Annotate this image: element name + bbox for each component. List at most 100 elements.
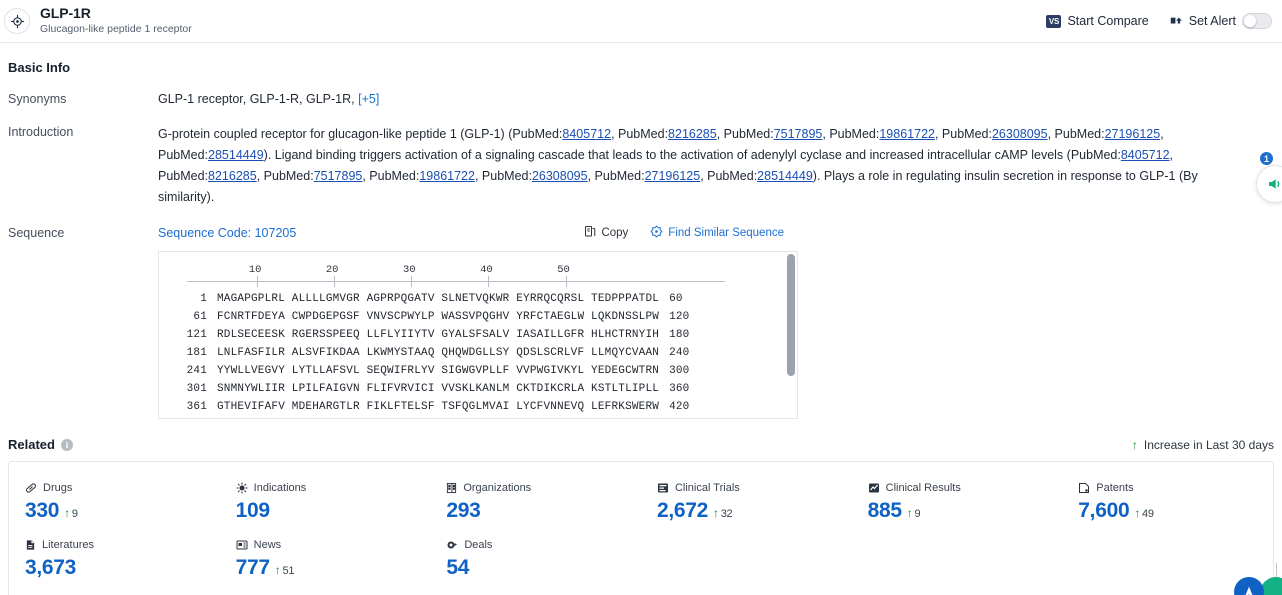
- ruler-tick-label: 20: [325, 264, 339, 276]
- stat-card-news[interactable]: News 777 ↑ 51: [220, 531, 431, 588]
- deal-icon: [446, 539, 458, 551]
- set-alert-control[interactable]: Set Alert: [1169, 13, 1272, 30]
- stat-delta: ↑ 9: [64, 506, 78, 520]
- intro-text-segment: ). Ligand binding triggers activation of…: [263, 148, 1121, 162]
- ruler-tick-mark: [257, 276, 259, 287]
- pubmed-link-8216285[interactable]: 8216285: [668, 127, 717, 141]
- stat-label: News: [253, 539, 282, 551]
- pubmed-link-28514449[interactable]: 28514449: [757, 169, 813, 183]
- sequence-start-index: 241: [186, 365, 207, 377]
- bell-alert-icon: [1169, 13, 1183, 30]
- stat-card-organizations[interactable]: Organizations 293: [430, 474, 641, 531]
- sequence-end-index: 240: [669, 347, 690, 359]
- sequence-tools: Copy Find Similar Sequence: [584, 225, 1274, 241]
- sequence-code-link[interactable]: Sequence Code: 107205: [158, 226, 296, 240]
- stat-value: 293: [446, 499, 481, 522]
- pubmed-link-27196125[interactable]: 27196125: [1105, 127, 1161, 141]
- pubmed-link-7517895[interactable]: 7517895: [774, 127, 823, 141]
- up-arrow-icon: ↑: [1131, 437, 1138, 452]
- introduction-row: Introduction G-protein coupled receptor …: [8, 124, 1274, 208]
- find-similar-sequence-button[interactable]: Find Similar Sequence: [650, 225, 784, 241]
- up-arrow-icon: ↑: [906, 506, 913, 520]
- patent-icon: [1078, 482, 1090, 494]
- sequence-end-index: 300: [669, 365, 690, 377]
- stat-card-clinical-trials[interactable]: Clinical Trials 2,672 ↑ 32: [641, 474, 852, 531]
- pubmed-link-19861722[interactable]: 19861722: [879, 127, 935, 141]
- stat-label: Literatures: [42, 539, 94, 551]
- pubmed-link-8405712[interactable]: 8405712: [1121, 148, 1170, 162]
- sequence-row: Sequence Sequence Code: 107205 Copy Find…: [8, 225, 1274, 419]
- stat-label-row: Clinical Results: [868, 482, 1063, 494]
- ruler-tick-label: 50: [557, 264, 570, 276]
- stat-label-row: Patents: [1078, 482, 1273, 494]
- stat-label: Clinical Trials: [674, 482, 740, 494]
- related-title: Related: [8, 437, 55, 452]
- page-title: GLP-1R: [40, 5, 91, 21]
- copy-button[interactable]: Copy: [584, 225, 628, 241]
- intro-text-segment: , PubMed:: [362, 169, 420, 183]
- start-compare-button[interactable]: VS Start Compare: [1046, 14, 1149, 28]
- ruler-tick-mark: [411, 276, 413, 287]
- ruler-tick-label: 40: [480, 264, 493, 276]
- pubmed-link-8216285[interactable]: 8216285: [208, 169, 257, 183]
- stat-card-drugs[interactable]: Drugs 330 ↑ 9: [9, 474, 220, 531]
- stat-value-row: 330 ↑ 9: [25, 499, 220, 523]
- navigation-icon: [1245, 586, 1253, 595]
- sequence-label: Sequence: [8, 226, 65, 240]
- stat-value-row: 293: [446, 499, 641, 523]
- virus-icon: [236, 482, 248, 494]
- related-stats-grid: Drugs 330 ↑ 9 Indications 109 Organizations 293…: [9, 474, 1273, 588]
- stat-card-literatures[interactable]: Literatures 3,673: [9, 531, 220, 588]
- intro-text-segment: , PubMed:: [822, 127, 880, 141]
- stat-card-deals[interactable]: Deals 54: [430, 531, 641, 588]
- sequence-scrollbar[interactable]: [787, 254, 795, 402]
- up-arrow-icon: ↑: [64, 506, 70, 520]
- stat-value: 2,672: [656, 499, 709, 522]
- copy-label: Copy: [601, 227, 629, 239]
- stat-card-indications[interactable]: Indications 109: [220, 474, 431, 531]
- introduction-text: G-protein coupled receptor for glucagon-…: [158, 124, 1233, 208]
- sequence-viewer[interactable]: 10 20 30 40 50 1 MAGAPGPLRL ALLLLGMVGR AGPRPQ…: [158, 251, 798, 419]
- introduction-label: Introduction: [8, 125, 74, 139]
- pubmed-link-26308095[interactable]: 26308095: [992, 127, 1048, 141]
- sequence-start-index: 181: [186, 347, 207, 359]
- side-notification-badge[interactable]: 1: [1260, 152, 1273, 165]
- find-similar-label: Find Similar Sequence: [668, 227, 784, 239]
- sequence-ruler: 10 20 30 40 50: [187, 264, 725, 290]
- intro-text-segment: , PubMed:: [934, 127, 992, 141]
- ruler-tick-mark: [334, 276, 336, 287]
- stat-delta: ↑ 51: [274, 563, 295, 577]
- sequence-start-index: 301: [186, 383, 207, 395]
- intro-text-segment: , PubMed:: [1047, 127, 1105, 141]
- sequence-scrollbar-thumb[interactable]: [787, 254, 795, 376]
- stat-label-row: News: [236, 539, 431, 551]
- sequence-content: 10 20 30 40 50 1 MAGAPGPLRL ALLLLGMVGR AGPRPQ…: [159, 252, 797, 416]
- stat-card-clinical-results[interactable]: Clinical Results 885 ↑ 9: [852, 474, 1063, 531]
- stat-value-row: 777 ↑ 51: [236, 556, 431, 580]
- info-icon[interactable]: i: [60, 438, 73, 451]
- stat-value: 7,600: [1078, 499, 1130, 522]
- stat-label: Indications: [253, 482, 307, 494]
- page-subtitle: Glucagon-like peptide 1 receptor: [40, 23, 192, 35]
- copy-icon: [584, 225, 596, 241]
- related-legend-label: Increase in Last 30 days: [1143, 437, 1274, 452]
- target-icon: [4, 8, 30, 34]
- pubmed-link-19861722[interactable]: 19861722: [419, 169, 475, 183]
- alert-toggle[interactable]: [1242, 13, 1272, 29]
- pubmed-link-26308095[interactable]: 26308095: [532, 169, 588, 183]
- stat-card-patents[interactable]: Patents 7,600 ↑ 49: [1062, 474, 1273, 531]
- stat-label: Drugs: [43, 482, 73, 494]
- stat-value: 330: [25, 499, 60, 522]
- header-titles: GLP-1R Glucagon-like peptide 1 receptor: [40, 6, 192, 36]
- pubmed-link-7517895[interactable]: 7517895: [314, 169, 363, 183]
- pubmed-link-28514449[interactable]: 28514449: [208, 148, 264, 162]
- stat-label-row: Organizations: [446, 482, 641, 494]
- synonyms-more-link[interactable]: [+5]: [358, 92, 379, 106]
- pubmed-link-8405712[interactable]: 8405712: [562, 127, 611, 141]
- sequence-end-index: 360: [669, 383, 690, 395]
- building-icon: [446, 482, 457, 494]
- stat-delta: ↑ 32: [713, 506, 733, 520]
- megaphone-icon: [1269, 179, 1280, 189]
- pubmed-link-27196125[interactable]: 27196125: [645, 169, 701, 183]
- stat-value-row: 885 ↑ 9: [868, 499, 1063, 523]
